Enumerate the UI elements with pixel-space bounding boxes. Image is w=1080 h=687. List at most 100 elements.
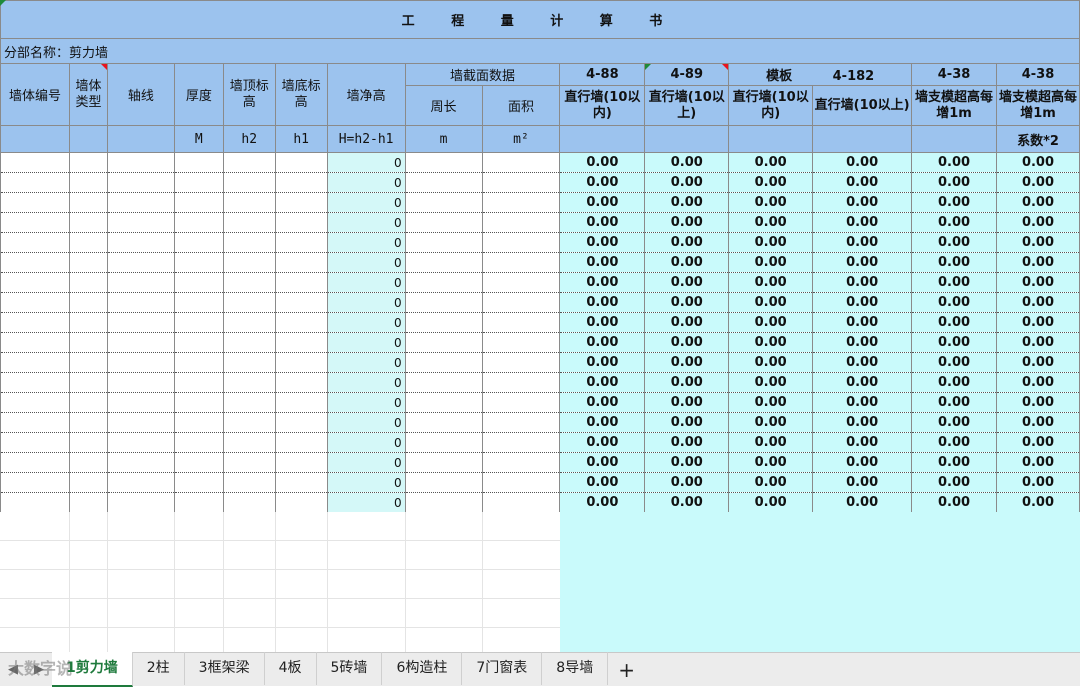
cell-quantity[interactable]: 0.00 <box>911 292 997 313</box>
cell-top-elev[interactable] <box>222 232 276 253</box>
cell-bottom-elev[interactable] <box>274 492 328 513</box>
cell-top-elev[interactable] <box>222 192 276 213</box>
cell-quantity[interactable]: 0.00 <box>728 352 814 373</box>
cell-area[interactable] <box>481 192 561 213</box>
cell-quantity[interactable]: 0.00 <box>812 412 913 433</box>
cell-quantity[interactable]: 0.00 <box>559 152 646 173</box>
cell-quantity[interactable]: 0.00 <box>911 472 997 493</box>
cell-quantity[interactable]: 0.00 <box>728 332 814 353</box>
cell-top-elev[interactable] <box>222 292 276 313</box>
cell-quantity[interactable]: 0.00 <box>644 292 730 313</box>
cell-thickness[interactable] <box>173 252 224 273</box>
cell-quantity[interactable]: 0.00 <box>559 492 646 513</box>
cell-quantity[interactable]: 0.00 <box>995 292 1080 313</box>
cell-axis[interactable] <box>106 352 175 373</box>
unit-area[interactable]: m² <box>481 125 561 153</box>
cell-quantity[interactable]: 0.00 <box>812 172 913 193</box>
cell-quantity[interactable]: 0.00 <box>559 372 646 393</box>
cell-quantity[interactable]: 0.00 <box>812 452 913 473</box>
desc-straight-wall-10-over-a[interactable]: 直行墙(10以上) <box>644 85 730 126</box>
cell-thickness[interactable] <box>173 232 224 253</box>
cell-area[interactable] <box>481 252 561 273</box>
cell-quantity[interactable]: 0.00 <box>728 152 814 173</box>
desc-extra-height-a[interactable]: 墙支模超高每增1m <box>911 85 997 126</box>
cell-quantity[interactable]: 0.00 <box>559 292 646 313</box>
cell-quantity[interactable]: 0.00 <box>911 332 997 353</box>
cell-wall-type[interactable] <box>68 352 108 373</box>
cell-perimeter[interactable] <box>404 212 483 233</box>
cell-wall-type[interactable] <box>68 212 108 233</box>
cell-area[interactable] <box>481 352 561 373</box>
cell-bottom-elev[interactable] <box>274 332 328 353</box>
cell-thickness[interactable] <box>173 272 224 293</box>
cell-quantity[interactable]: 0.00 <box>728 172 814 193</box>
cell-area[interactable] <box>481 432 561 453</box>
cell-axis[interactable] <box>106 492 175 513</box>
next-sheet-icon[interactable]: ▶ <box>26 662 52 677</box>
cell-bottom-elev[interactable] <box>274 372 328 393</box>
cell-quantity[interactable]: 0.00 <box>559 312 646 333</box>
cell-quantity[interactable]: 0.00 <box>559 432 646 453</box>
sheet-tab[interactable]: 3框架梁 <box>185 652 265 685</box>
cell-quantity[interactable]: 0.00 <box>812 372 913 393</box>
cell-top-elev[interactable] <box>222 152 276 173</box>
cell-axis[interactable] <box>106 312 175 333</box>
header-perimeter[interactable]: 周长 <box>404 85 483 126</box>
cell-area[interactable] <box>481 312 561 333</box>
cell-quantity[interactable]: 0.00 <box>644 212 730 233</box>
cell-top-elev[interactable] <box>222 492 276 513</box>
cell-wall-type[interactable] <box>68 272 108 293</box>
cell-axis[interactable] <box>106 432 175 453</box>
cell-perimeter[interactable] <box>404 292 483 313</box>
cell-quantity[interactable]: 0.00 <box>728 212 814 233</box>
cell-perimeter[interactable] <box>404 392 483 413</box>
cell-bottom-elev[interactable] <box>274 472 328 493</box>
cell-thickness[interactable] <box>173 432 224 453</box>
cell-area[interactable] <box>481 412 561 433</box>
add-sheet-button[interactable]: + <box>608 658 645 682</box>
cell-wall-type[interactable] <box>68 232 108 253</box>
cell-area[interactable] <box>481 292 561 313</box>
cell-bottom-elev[interactable] <box>274 352 328 373</box>
cell-thickness[interactable] <box>173 192 224 213</box>
unit-blank-1[interactable] <box>0 125 70 153</box>
cell-top-elev[interactable] <box>222 352 276 373</box>
cell-net-height[interactable]: 0 <box>326 272 406 293</box>
cell-quantity[interactable]: 0.00 <box>995 232 1080 253</box>
cell-quantity[interactable]: 0.00 <box>644 332 730 353</box>
cell-bottom-elev[interactable] <box>274 412 328 433</box>
cell-bottom-elev[interactable] <box>274 192 328 213</box>
unit-bottom-elev[interactable]: h1 <box>274 125 328 153</box>
cell-top-elev[interactable] <box>222 412 276 433</box>
cell-thickness[interactable] <box>173 392 224 413</box>
cell-area[interactable] <box>481 332 561 353</box>
cell-quantity[interactable]: 0.00 <box>812 432 913 453</box>
cell-wall-id[interactable] <box>0 212 70 233</box>
header-thickness[interactable]: 厚度 <box>173 63 224 126</box>
cell-quantity[interactable]: 0.00 <box>644 192 730 213</box>
cell-perimeter[interactable] <box>404 232 483 253</box>
cell-bottom-elev[interactable] <box>274 452 328 473</box>
cell-thickness[interactable] <box>173 152 224 173</box>
unit-blank-8[interactable] <box>911 125 997 153</box>
cell-wall-id[interactable] <box>0 292 70 313</box>
cell-quantity[interactable]: 0.00 <box>644 312 730 333</box>
cell-quantity[interactable]: 0.00 <box>911 192 997 213</box>
sheet-tab[interactable]: 6构造柱 <box>382 652 463 685</box>
cell-perimeter[interactable] <box>404 352 483 373</box>
cell-perimeter[interactable] <box>404 372 483 393</box>
cell-quantity[interactable]: 0.00 <box>911 172 997 193</box>
desc-straight-wall-10-over-b[interactable]: 直行墙(10以上) <box>812 85 913 126</box>
cell-area[interactable] <box>481 152 561 173</box>
cell-quantity[interactable]: 0.00 <box>644 452 730 473</box>
cell-bottom-elev[interactable] <box>274 172 328 193</box>
cell-axis[interactable] <box>106 232 175 253</box>
cell-quantity[interactable]: 0.00 <box>728 272 814 293</box>
cell-wall-type[interactable] <box>68 252 108 273</box>
cell-net-height[interactable]: 0 <box>326 152 406 173</box>
cell-axis[interactable] <box>106 192 175 213</box>
cell-quantity[interactable]: 0.00 <box>995 312 1080 333</box>
cell-quantity[interactable]: 0.00 <box>995 492 1080 513</box>
unit-blank-5[interactable] <box>644 125 730 153</box>
cell-top-elev[interactable] <box>222 372 276 393</box>
